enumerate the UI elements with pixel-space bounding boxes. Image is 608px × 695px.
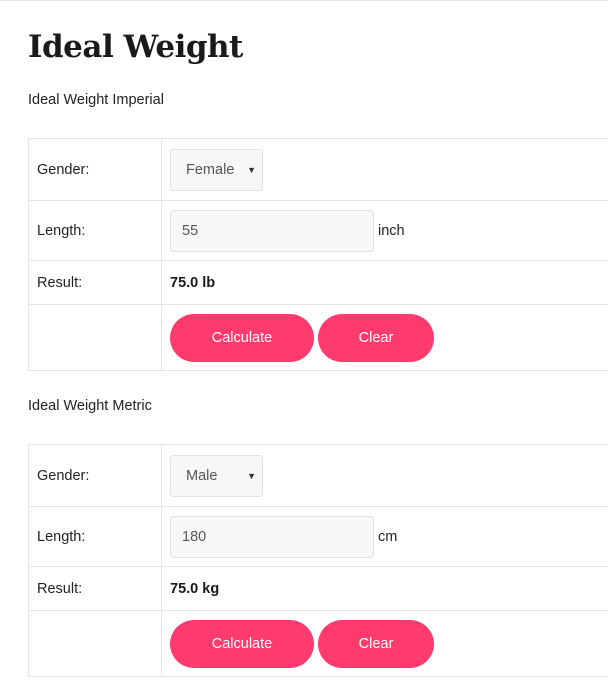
imperial-table: Gender: Female ▼ Length: inch Result: 75…	[28, 138, 608, 371]
metric-calculate-button[interactable]: Calculate	[170, 619, 314, 668]
imperial-gender-value: Female	[186, 161, 235, 178]
imperial-length-label: Length:	[28, 200, 162, 261]
imperial-length-input[interactable]	[170, 209, 374, 252]
imperial-calculate-button[interactable]: Calculate	[170, 313, 314, 362]
imperial-length-unit: inch	[378, 222, 405, 239]
chevron-down-icon: ▼	[247, 470, 256, 481]
metric-result-value: 75.0 kg	[170, 580, 220, 597]
top-divider	[0, 0, 608, 1]
metric-heading: Ideal Weight Metric	[28, 398, 152, 414]
metric-table: Gender: Male ▼ Length: cm Result: 75.0 k…	[28, 444, 608, 677]
page-title: Ideal Weight	[28, 29, 243, 65]
metric-length-input[interactable]	[170, 515, 374, 558]
chevron-down-icon: ▼	[247, 164, 256, 175]
imperial-gender-select[interactable]: Female ▼	[170, 148, 263, 191]
imperial-result-label: Result:	[28, 260, 162, 305]
imperial-heading: Ideal Weight Imperial	[28, 92, 164, 108]
imperial-gender-row: Gender: Female ▼	[28, 138, 608, 201]
metric-gender-label: Gender:	[28, 444, 162, 507]
metric-length-unit: cm	[378, 528, 398, 545]
imperial-result-value: 75.0 lb	[170, 274, 216, 291]
metric-actions-row: Calculate Clear	[28, 610, 608, 677]
metric-gender-value: Male	[186, 467, 218, 484]
metric-result-row: Result: 75.0 kg	[28, 566, 608, 611]
imperial-gender-label: Gender:	[28, 138, 162, 201]
metric-length-label: Length:	[28, 506, 162, 567]
metric-length-row: Length: cm	[28, 506, 608, 567]
metric-gender-row: Gender: Male ▼	[28, 444, 608, 507]
imperial-length-row: Length: inch	[28, 200, 608, 261]
imperial-clear-button[interactable]: Clear	[318, 313, 434, 362]
metric-result-label: Result:	[28, 566, 162, 611]
imperial-actions-row: Calculate Clear	[28, 304, 608, 371]
metric-clear-button[interactable]: Clear	[318, 619, 434, 668]
metric-gender-select[interactable]: Male ▼	[170, 454, 263, 497]
imperial-result-row: Result: 75.0 lb	[28, 260, 608, 305]
